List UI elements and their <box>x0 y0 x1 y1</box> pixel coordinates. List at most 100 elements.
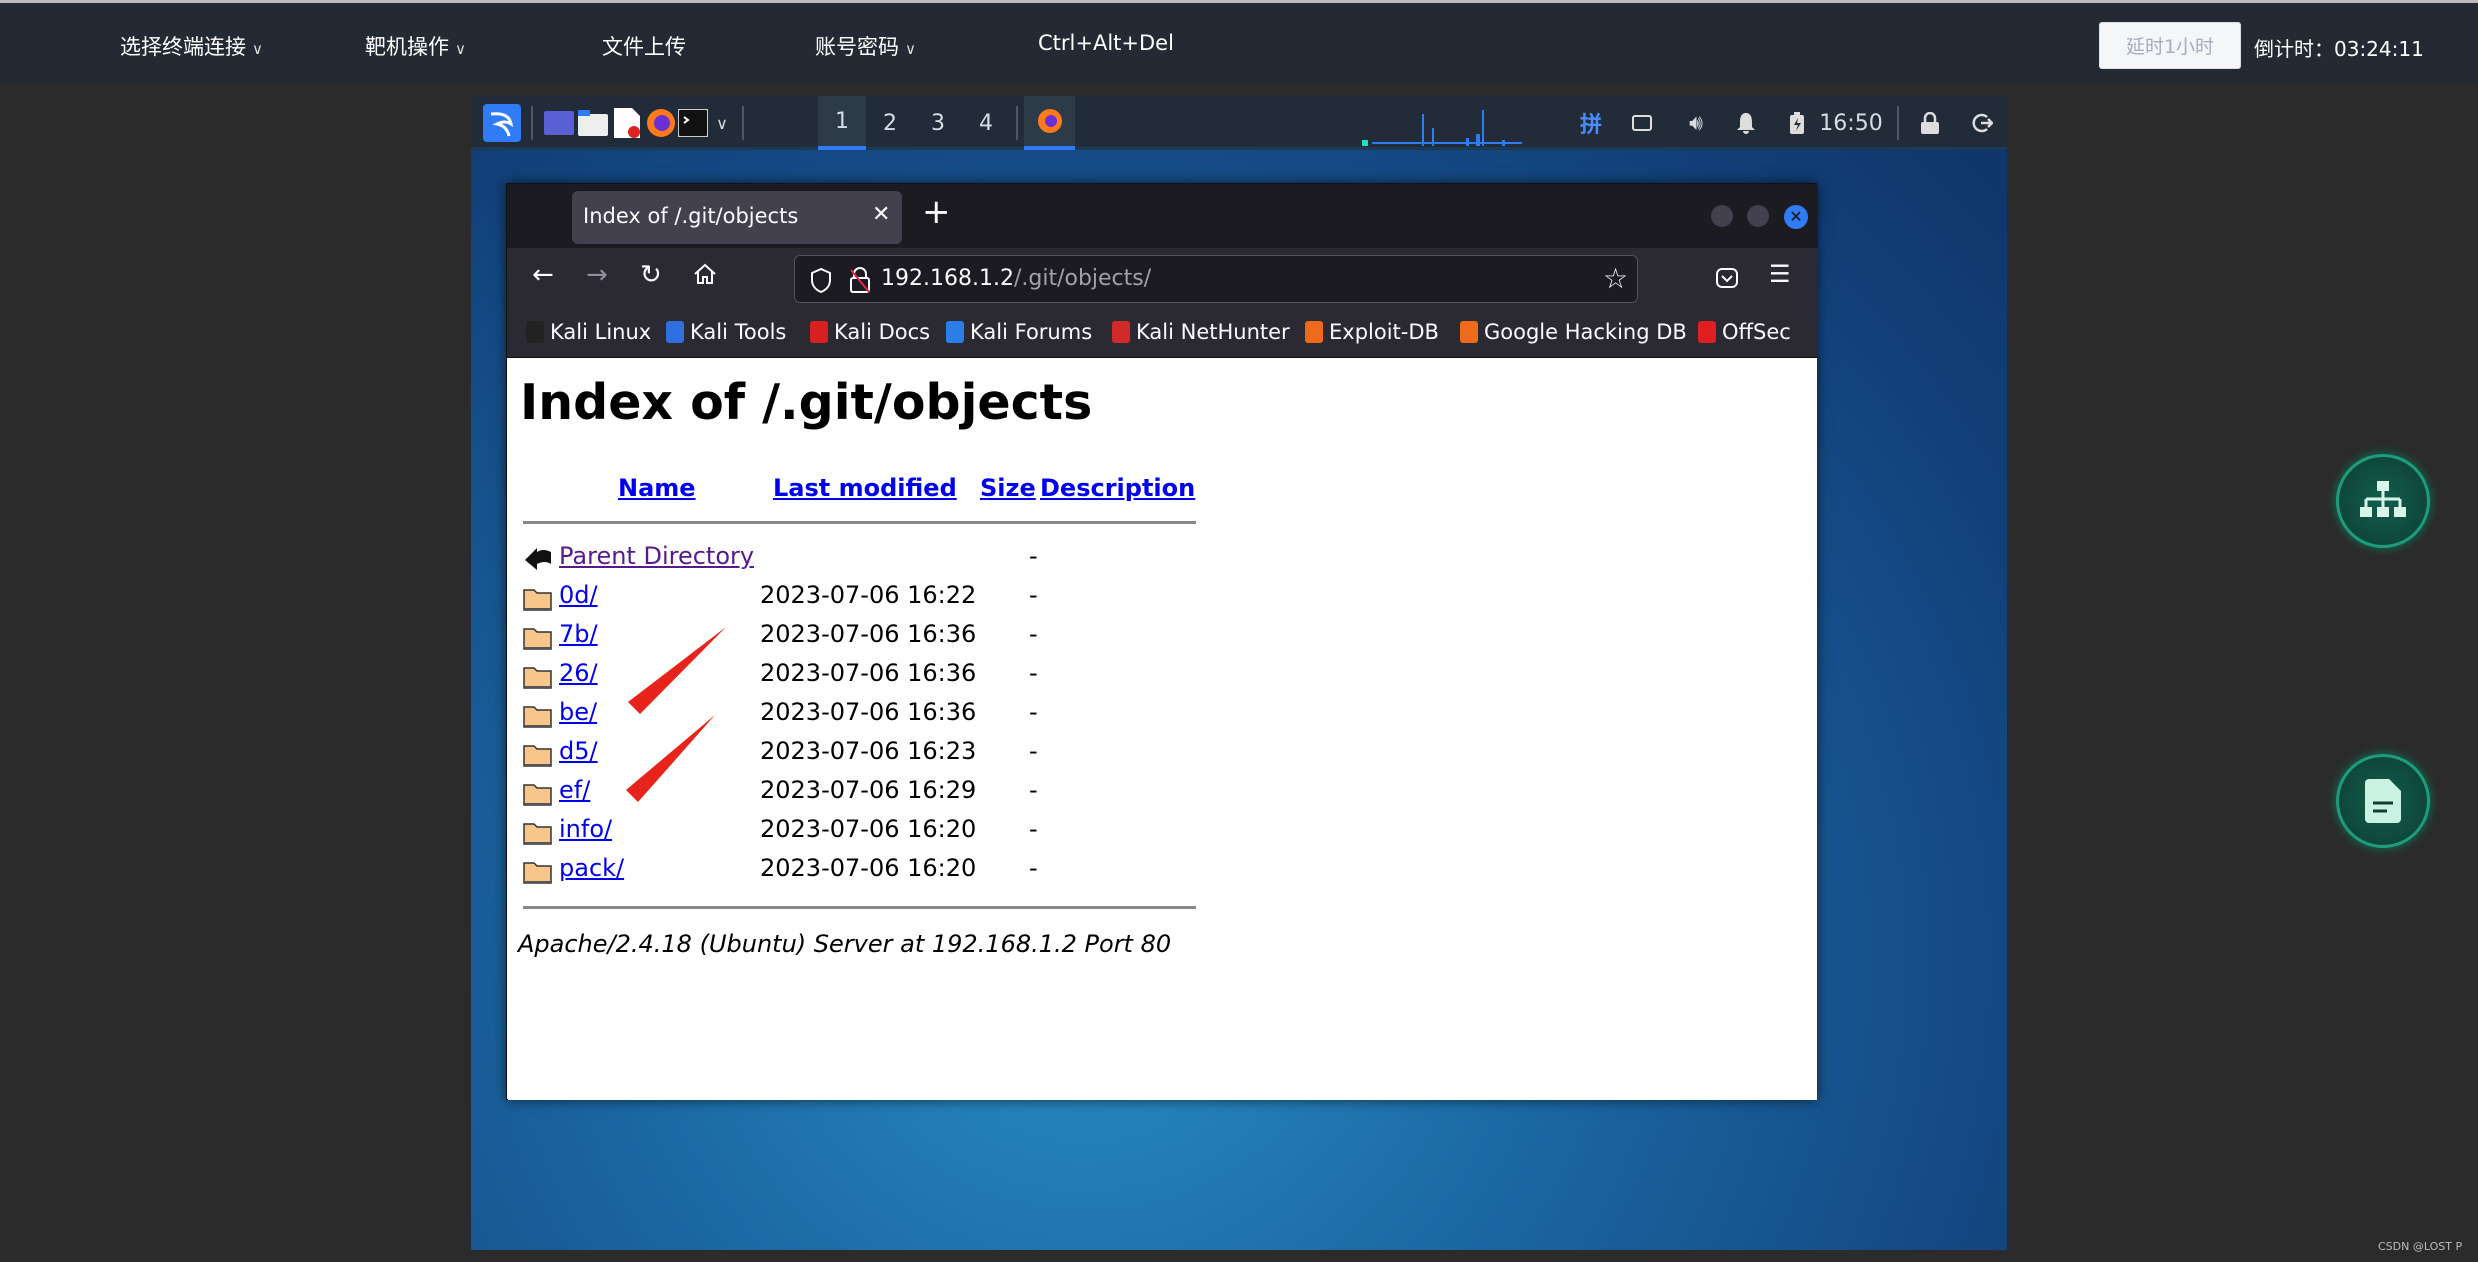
network-topology-button[interactable] <box>2336 454 2430 548</box>
list-item: 26/2023-07-06 16:36 - <box>523 659 1223 695</box>
size: - <box>1029 854 1038 882</box>
bookmark-kali-forums[interactable]: Kali Forums <box>946 320 1092 344</box>
terminal-icon[interactable] <box>675 96 711 150</box>
bookmark-offsec[interactable]: OffSec <box>1698 320 1791 344</box>
display-icon[interactable] <box>1628 96 1656 150</box>
reload-button[interactable]: ↻ <box>640 260 662 290</box>
file-manager-icon[interactable] <box>575 96 611 150</box>
last-modified: 2023-07-06 16:36 <box>760 659 977 687</box>
menu-hamburger-icon[interactable]: ☰ <box>1769 260 1791 288</box>
sort-by-name-link[interactable]: Name <box>618 474 696 502</box>
directory-link[interactable]: pack/ <box>559 854 624 882</box>
directory-link[interactable]: 26/ <box>559 659 598 687</box>
notification-bell-icon[interactable] <box>1732 96 1760 150</box>
close-tab-icon[interactable]: ✕ <box>872 202 890 227</box>
folder-icon <box>523 589 552 611</box>
firefox-launcher-icon[interactable] <box>643 96 679 150</box>
desktop-icon[interactable] <box>541 96 577 150</box>
bookmark-exploit-db[interactable]: Exploit-DB <box>1305 320 1439 344</box>
list-item: 0d/2023-07-06 16:22 - <box>523 581 1223 617</box>
ghdb-icon <box>1460 321 1478 343</box>
shield-icon[interactable] <box>810 267 832 293</box>
folder-icon <box>523 823 552 845</box>
battery-icon[interactable] <box>1783 96 1811 150</box>
directory-link[interactable]: 7b/ <box>559 620 598 648</box>
bookmark-kali-tools[interactable]: Kali Tools <box>666 320 786 344</box>
size: - <box>1029 698 1038 726</box>
url-bar[interactable]: 192.168.1.2/.git/objects/ ☆ <box>794 255 1638 303</box>
menu-credentials[interactable]: 账号密码 ∨ <box>815 31 916 61</box>
kali-linux-icon <box>526 321 544 343</box>
folder-icon <box>523 706 552 728</box>
back-icon <box>525 548 551 570</box>
folder-icon <box>523 667 552 689</box>
logout-icon[interactable] <box>1968 96 1996 150</box>
last-modified: 2023-07-06 16:36 <box>760 698 977 726</box>
size: - <box>1029 659 1038 687</box>
taskbar: ∨ 1 2 3 4 拼 🔊︎ 16:50 <box>471 96 2007 150</box>
page-title: Index of /.git/objects <box>520 374 1093 431</box>
document-icon <box>2365 779 2401 823</box>
directory-link[interactable]: be/ <box>559 698 597 726</box>
last-modified: 2023-07-06 16:36 <box>760 620 977 648</box>
kali-forums-icon <box>946 321 964 343</box>
tab-title: Index of /.git/objects <box>583 204 799 228</box>
bookmark-kali-docs[interactable]: Kali Docs <box>810 320 930 344</box>
new-tab-button[interactable]: + <box>922 192 951 232</box>
directory-link[interactable]: info/ <box>559 815 612 843</box>
back-button[interactable]: ← <box>532 260 554 290</box>
sort-by-description-link[interactable]: Description <box>1040 474 1195 502</box>
server-signature: Apache/2.4.18 (Ubuntu) Server at 192.168… <box>518 930 1172 958</box>
menu-file-upload[interactable]: 文件上传 <box>602 31 686 61</box>
chevron-down-icon[interactable]: ∨ <box>711 96 733 150</box>
divider <box>523 521 1196 524</box>
bookmark-kali-linux[interactable]: Kali Linux <box>526 320 651 344</box>
directory-link[interactable]: Parent Directory <box>559 542 754 570</box>
input-method-indicator[interactable]: 拼 <box>1574 96 1608 150</box>
remote-desktop[interactable]: ∨ 1 2 3 4 拼 🔊︎ 16:50 Index of /.git/obje… <box>471 96 2007 1250</box>
home-button[interactable] <box>693 262 717 293</box>
insecure-lock-icon[interactable] <box>849 266 871 294</box>
sitemap-icon <box>2360 481 2406 517</box>
directory-link[interactable]: d5/ <box>559 737 598 765</box>
workspace-1[interactable]: 1 <box>818 96 866 150</box>
pocket-icon[interactable] <box>1716 268 1738 290</box>
minimize-button[interactable] <box>1711 205 1733 227</box>
top-toolbar: 选择终端连接 ∨ 靶机操作 ∨ 文件上传 账号密码 ∨ Ctrl+Alt+Del 延时… <box>0 0 2478 82</box>
menu-target-ops[interactable]: 靶机操作 ∨ <box>365 31 466 61</box>
last-modified: 2023-07-06 16:22 <box>760 581 977 609</box>
chevron-down-icon: ∨ <box>455 40 466 58</box>
workspace-3[interactable]: 3 <box>914 96 962 150</box>
firefox-window: Index of /.git/objects ✕ + ✕ ← → ↻ 192.1… <box>506 183 1818 1100</box>
list-item: d5/2023-07-06 16:23 - <box>523 737 1223 773</box>
directory-link[interactable]: 0d/ <box>559 581 598 609</box>
directory-link[interactable]: ef/ <box>559 776 590 804</box>
clock[interactable]: 16:50 <box>1819 96 1882 150</box>
maximize-button[interactable] <box>1747 205 1769 227</box>
last-modified: 2023-07-06 16:20 <box>760 854 977 882</box>
menu-select-terminal[interactable]: 选择终端连接 ∨ <box>120 31 263 61</box>
text-editor-icon[interactable] <box>609 96 645 150</box>
close-window-button[interactable]: ✕ <box>1784 205 1808 229</box>
bookmark-star-icon[interactable]: ☆ <box>1603 262 1628 295</box>
sort-by-modified-link[interactable]: Last modified <box>773 474 957 502</box>
bookmark-google-hacking-db[interactable]: Google Hacking DB <box>1460 320 1687 344</box>
tab-active[interactable]: Index of /.git/objects ✕ <box>572 191 902 244</box>
lock-icon[interactable] <box>1916 96 1944 150</box>
forward-button[interactable]: → <box>586 260 608 290</box>
menu-ctrl-alt-del[interactable]: Ctrl+Alt+Del <box>1038 31 1174 55</box>
notes-button[interactable] <box>2336 754 2430 848</box>
sort-by-size-link[interactable]: Size <box>980 474 1036 502</box>
firefox-window-button[interactable] <box>1024 96 1075 150</box>
workspace-4[interactable]: 4 <box>962 96 1010 150</box>
url-text: 192.168.1.2/.git/objects/ <box>881 266 1152 291</box>
kali-menu-icon[interactable] <box>481 96 523 150</box>
last-modified: 2023-07-06 16:23 <box>760 737 977 765</box>
volume-icon[interactable]: 🔊︎ <box>1682 96 1710 150</box>
list-item: pack/2023-07-06 16:20 - <box>523 854 1223 890</box>
size: - <box>1029 737 1038 765</box>
extend-time-button[interactable]: 延时1小时 <box>2099 22 2241 69</box>
last-modified: 2023-07-06 16:29 <box>760 776 977 804</box>
bookmark-kali-nethunter[interactable]: Kali NetHunter <box>1112 320 1290 344</box>
workspace-2[interactable]: 2 <box>866 96 914 150</box>
